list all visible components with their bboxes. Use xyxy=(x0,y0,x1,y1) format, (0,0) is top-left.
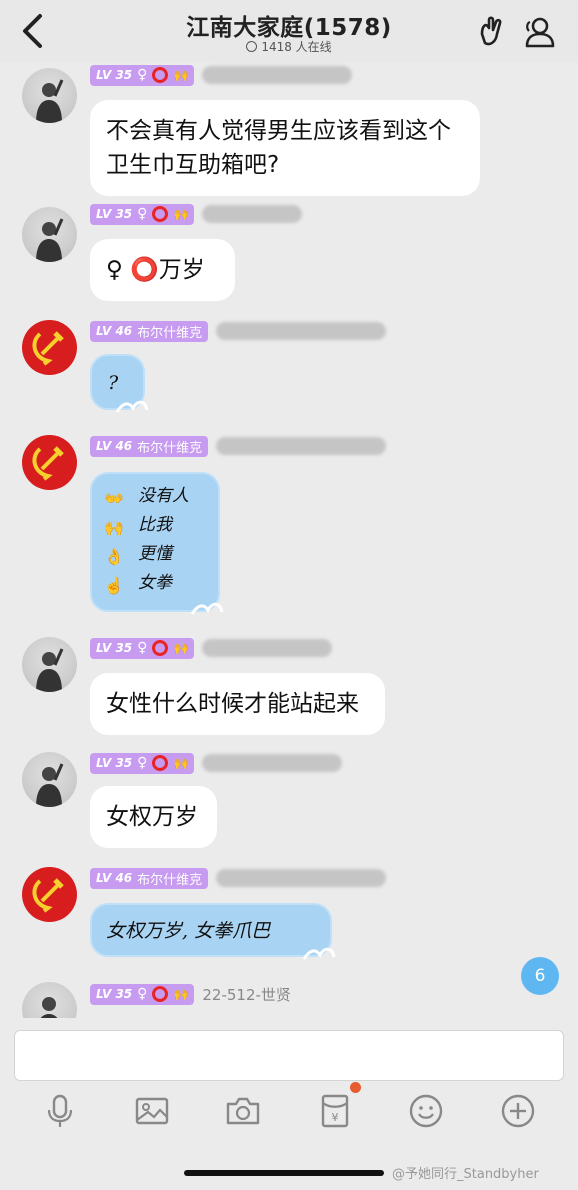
level-text: LV 46 xyxy=(96,871,133,885)
ring-icon xyxy=(152,755,169,771)
hands-icon: 🙌 xyxy=(173,756,189,770)
ring-icon xyxy=(152,206,169,222)
message-bubble[interactable]: 女性什么时候才能站起来 xyxy=(90,673,385,735)
redacted-name xyxy=(216,437,387,455)
level-badge: LV 35 ♀ 🙌 xyxy=(90,203,195,225)
ring-icon xyxy=(152,986,169,1002)
title-text: 布尔什维克 xyxy=(137,872,203,888)
message-bubble[interactable]: 不会真有人觉得男生应该看到这个 卫生巾互助箱吧? xyxy=(90,100,480,196)
hands-icon: 🙌 xyxy=(173,207,189,221)
title-text: 布尔什维克 xyxy=(137,440,203,456)
level-badge: LV 46 布尔什维克 xyxy=(90,435,209,457)
notification-dot xyxy=(350,1082,361,1093)
input-toolbar: ¥ xyxy=(0,1085,578,1140)
message-text: 女权万岁, 女拳爪巴 xyxy=(106,920,271,942)
online-icon xyxy=(246,41,258,52)
avatar[interactable] xyxy=(22,68,77,123)
level-text: LV 46 xyxy=(96,324,133,338)
image-icon[interactable] xyxy=(134,1093,170,1129)
online-count-text: 1418 人在线 xyxy=(261,40,332,54)
level-badge: LV 35 ♀ 🙌 xyxy=(90,64,195,86)
message-bubble[interactable]: 女权万岁, 女拳爪巴 xyxy=(90,903,336,960)
members-icon[interactable] xyxy=(520,14,556,50)
level-badge: LV 35 ♀ 🙌 xyxy=(90,637,195,659)
redacted-name xyxy=(202,66,353,84)
message-bubble[interactable]: 没有人 比我 更懂 女拳 👐 🙌 👌 ☝ xyxy=(90,472,224,615)
level-text: LV 46 xyxy=(96,439,133,453)
svg-text:¥: ¥ xyxy=(332,1111,339,1124)
level-text: LV 35 xyxy=(96,68,133,82)
avatar[interactable] xyxy=(22,982,77,1018)
message-text: ? xyxy=(108,372,119,394)
sign-icon[interactable] xyxy=(474,14,510,50)
sender-meta: LV 35 ♀ 🙌 xyxy=(90,637,333,659)
message-bubble[interactable]: ♀ ⭕万岁 xyxy=(90,239,235,301)
level-badge: LV 35 ♀ 🙌 xyxy=(90,752,195,774)
title-text: 布尔什维克 xyxy=(137,325,203,341)
female-icon: ♀ xyxy=(137,67,148,83)
redacted-name xyxy=(202,639,333,657)
home-indicator[interactable] xyxy=(184,1170,384,1176)
red-packet-icon[interactable]: ¥ xyxy=(317,1093,353,1129)
hands-icon: 🙌 xyxy=(173,68,189,82)
sender-meta: LV 35 ♀ 🙌 xyxy=(90,64,353,86)
level-text: LV 35 xyxy=(96,756,133,770)
hands-icon: 🙌 xyxy=(173,641,189,655)
wave-icon xyxy=(190,602,224,615)
unread-count-badge[interactable]: 6 xyxy=(521,957,559,995)
camera-icon[interactable] xyxy=(225,1093,261,1129)
avatar[interactable] xyxy=(22,320,77,375)
sender-name: 22-512-世贤 xyxy=(202,985,291,1004)
chat-area[interactable]: LV 35 ♀ 🙌 不会真有人觉得男生应该看到这个 卫生巾互助箱吧? LV 35 ♀ 🙌… xyxy=(0,62,578,1018)
emoji-icon[interactable] xyxy=(408,1093,444,1129)
avatar[interactable] xyxy=(22,637,77,692)
sender-meta: LV 46 布尔什维克 xyxy=(90,320,387,342)
redacted-name xyxy=(202,754,343,772)
level-text: LV 35 xyxy=(96,987,133,1001)
chat-header: 江南大家庭(1578) 1418 人在线 xyxy=(0,0,578,62)
mic-icon[interactable] xyxy=(42,1093,78,1129)
message-input[interactable] xyxy=(14,1030,564,1081)
redacted-name xyxy=(216,869,387,887)
message-bubble[interactable]: 女权万岁 xyxy=(90,786,217,848)
emoji-column: 👐 🙌 👌 ☝ xyxy=(104,489,124,595)
level-text: LV 35 xyxy=(96,207,133,221)
avatar[interactable] xyxy=(22,207,77,262)
wave-icon xyxy=(302,947,336,960)
sender-meta: LV 35 ♀ 🙌 xyxy=(90,752,343,774)
hands-icon: 🙌 xyxy=(173,987,189,1001)
redacted-name xyxy=(202,205,303,223)
level-badge: LV 35 ♀ 🙌 xyxy=(90,983,195,1005)
avatar[interactable] xyxy=(22,435,77,490)
wave-icon xyxy=(115,400,149,413)
sender-meta: LV 35 ♀ 🙌 xyxy=(90,203,303,225)
redacted-name xyxy=(216,322,387,340)
level-badge: LV 46 布尔什维克 xyxy=(90,867,209,889)
sender-meta: LV 46 布尔什维克 xyxy=(90,867,387,889)
avatar[interactable] xyxy=(22,867,77,922)
sender-meta: LV 35 ♀ 🙌 22-512-世贤 xyxy=(90,983,291,1005)
ring-icon xyxy=(152,67,169,83)
female-icon: ♀ xyxy=(137,206,148,222)
watermark: @予她同行_Standbyher xyxy=(392,1167,539,1182)
female-icon: ♀ xyxy=(137,640,148,656)
female-icon: ♀ xyxy=(137,986,148,1002)
level-text: LV 35 xyxy=(96,641,133,655)
avatar[interactable] xyxy=(22,752,77,807)
sender-meta: LV 46 布尔什维克 xyxy=(90,435,387,457)
level-badge: LV 46 布尔什维克 xyxy=(90,320,209,342)
message-bubble[interactable]: ? xyxy=(90,354,149,413)
plus-icon[interactable] xyxy=(500,1093,536,1129)
ring-icon xyxy=(152,640,169,656)
female-icon: ♀ xyxy=(137,755,148,771)
